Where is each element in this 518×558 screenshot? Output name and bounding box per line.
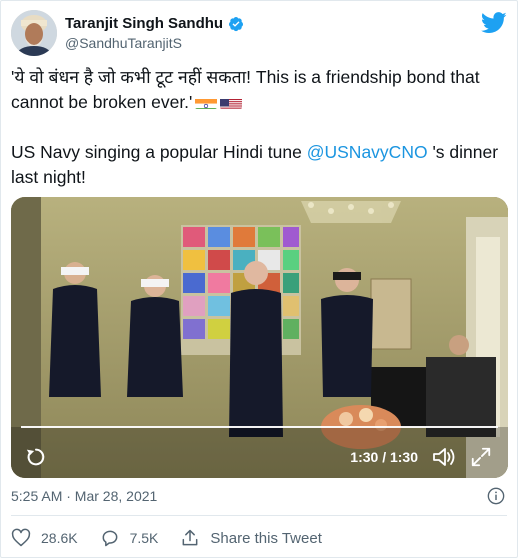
reply-count: 7.5K: [129, 530, 159, 546]
fullscreen-icon[interactable]: [470, 446, 492, 468]
author-handle[interactable]: @SandhuTaranjitS: [65, 35, 244, 51]
verified-badge-icon: [229, 16, 244, 31]
india-flag-icon: [195, 95, 218, 109]
tweet-header: Taranjit Singh Sandhu @SandhuTaranjitS: [11, 10, 507, 60]
tweet-text: 'ये वो बंधन है जो कभी टूट नहीं सकता! Thi…: [11, 65, 511, 190]
reply-button[interactable]: 7.5K: [100, 528, 159, 548]
tweet-body-prefix: US Navy singing a popular Hindi tune: [11, 142, 307, 162]
like-button[interactable]: 28.6K: [11, 528, 78, 548]
avatar[interactable]: [11, 10, 57, 56]
author-names: Taranjit Singh Sandhu @SandhuTaranjitS: [65, 15, 244, 51]
heart-icon: [11, 528, 31, 547]
video-progress-bar[interactable]: [21, 426, 498, 428]
share-label: Share this Tweet: [210, 529, 322, 547]
share-icon: [182, 529, 198, 546]
reply-icon: [102, 530, 118, 547]
volume-icon[interactable]: [432, 446, 456, 468]
usa-flag-icon: [220, 95, 243, 109]
tweet-card: Taranjit Singh Sandhu @SandhuTaranjitS '…: [0, 0, 518, 558]
info-icon[interactable]: [487, 487, 505, 505]
divider: [11, 515, 507, 516]
tweet-quote-text: 'ये वो बंधन है जो कभी टूट नहीं सकता! Thi…: [11, 67, 480, 112]
display-name[interactable]: Taranjit Singh Sandhu: [65, 15, 223, 32]
tweet-actions: 28.6K 7.5K Share this Tweet: [11, 527, 344, 549]
share-button[interactable]: Share this Tweet: [180, 528, 322, 548]
chandelier: [301, 201, 401, 223]
tweet-paragraph-1: 'ये वो बंधन है जो कभी टूट नहीं सकता! Thi…: [11, 65, 511, 115]
replay-icon[interactable]: [25, 446, 47, 468]
video-player[interactable]: 1:30 / 1:30: [11, 197, 508, 478]
mention-link[interactable]: @USNavyCNO: [307, 142, 428, 162]
tweet-paragraph-2: US Navy singing a popular Hindi tune @US…: [11, 140, 511, 190]
video-duration: 1:30 / 1:30: [350, 449, 418, 465]
twitter-logo-icon[interactable]: [481, 12, 507, 34]
video-frame: [11, 197, 508, 478]
like-count: 28.6K: [41, 530, 78, 546]
tweet-timestamp[interactable]: 5:25 AM · Mar 28, 2021: [11, 488, 157, 504]
